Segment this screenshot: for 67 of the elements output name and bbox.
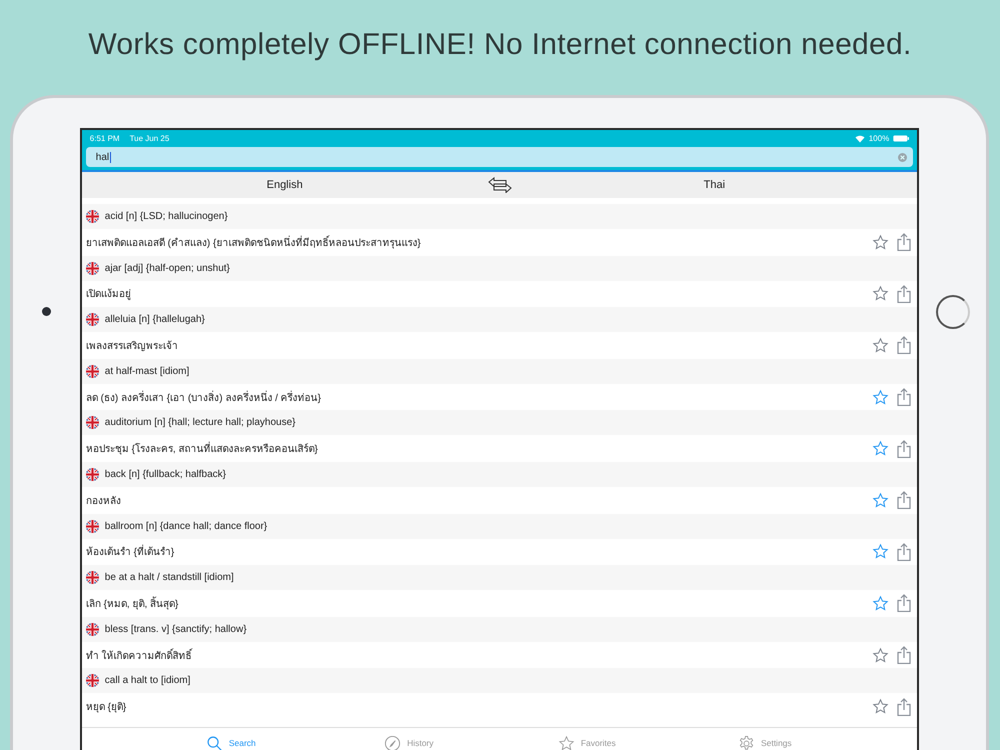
favorite-star-icon[interactable] (872, 698, 890, 716)
battery-percent: 100% (868, 134, 890, 143)
battery-icon (893, 135, 910, 142)
english-entry[interactable]: acid [n] {LSD; hallucinogen} (104, 211, 228, 222)
favorite-star-icon[interactable] (872, 594, 890, 612)
thai-translation[interactable]: ทำ ให้เกิดความศักดิ์สิทธิ์ (86, 650, 192, 662)
uk-flag-icon (86, 622, 99, 636)
thai-translation[interactable]: เปิดแง้มอยู่ (86, 289, 131, 300)
thai-translation[interactable]: ห้องเต้นรำ {ที่เต้นรำ} (86, 547, 174, 558)
thai-translation[interactable]: เลิก {หมด, ยุติ, สิ้นสุด} (86, 598, 178, 610)
share-icon[interactable] (897, 491, 912, 510)
target-language[interactable]: Thai (512, 179, 918, 191)
uk-flag-icon (86, 674, 99, 688)
favorite-star-icon[interactable] (872, 336, 890, 354)
share-icon[interactable] (897, 440, 912, 458)
camera-icon (42, 307, 51, 316)
thai-translation[interactable]: กองหลัง (86, 496, 121, 507)
uk-flag-icon (86, 520, 99, 533)
wifi-icon (854, 134, 865, 142)
english-entry[interactable]: ajar [adj] {half-open; unshut} (104, 262, 230, 274)
share-icon[interactable] (897, 542, 912, 561)
thai-translation[interactable]: หยุด {ยุติ} (86, 702, 126, 714)
english-entry[interactable]: be at a halt / standstill [idiom] (104, 572, 234, 584)
thai-translation[interactable]: หอประชุม {โรงละคร, สถานที่แสดงละครหรือคอนเสิร์ต} (86, 444, 318, 456)
thai-translation[interactable]: เพลงสรรเสริญพระเจ้า (86, 340, 178, 352)
share-icon[interactable] (897, 698, 912, 716)
english-entry[interactable]: at half-mast [idiom] (104, 366, 190, 377)
uk-flag-icon (86, 364, 99, 378)
english-entry[interactable]: auditorium [n] {hall; lecture hall; playhouse} (104, 417, 296, 428)
favorite-star-icon[interactable] (872, 285, 890, 302)
status-time: 6:51 PM (90, 134, 120, 143)
english-entry[interactable]: back [n] {fullback; halfback} (104, 468, 226, 480)
english-entry[interactable]: bless [trans. v] {sanctify; hallow} (104, 624, 247, 635)
uk-flag-icon (86, 468, 99, 481)
favorite-star-icon[interactable] (872, 234, 890, 251)
compass-icon (384, 734, 402, 750)
search-icon (206, 734, 223, 750)
favorite-star-icon[interactable] (872, 440, 890, 458)
status-date: Tue Jun 25 (130, 134, 170, 143)
share-icon[interactable] (897, 594, 912, 612)
uk-flag-icon (86, 571, 99, 584)
uk-flag-icon (86, 262, 99, 275)
thai-translation[interactable]: ลด (ธง) ลงครึ่งเสา {เอา (บางสิ่ง) ลงครึ่งหนึ่ง / ครึ่งท่อน} (86, 392, 322, 404)
swap-icon[interactable] (488, 177, 512, 193)
share-icon[interactable] (897, 646, 912, 664)
home-button[interactable] (936, 294, 970, 328)
star-icon (558, 734, 575, 750)
headline: Works completely OFFLINE! No Internet connection needed. (87, 27, 913, 63)
uk-flag-icon (86, 416, 99, 430)
uk-flag-icon (86, 210, 99, 223)
favorite-star-icon[interactable] (872, 388, 890, 406)
english-entry[interactable]: ballroom [n] {dance hall; dance floor} (104, 520, 268, 532)
english-entry[interactable]: call a halt to [idiom] (104, 675, 190, 686)
share-icon[interactable] (897, 336, 912, 354)
thai-translation[interactable]: ยาเสพติดแอลเอสดี (คำสแลง) {ยาเสพติดชนิดหนึ่งที่มีฤทธิ์หลอนประสาทรุนแรง} (86, 238, 421, 249)
settings-icon (738, 734, 755, 750)
uk-flag-icon (86, 313, 99, 326)
favorite-star-icon[interactable] (872, 492, 890, 509)
share-icon[interactable] (897, 388, 912, 406)
clear-icon[interactable] (898, 152, 908, 162)
share-icon[interactable] (897, 284, 912, 303)
share-icon[interactable] (897, 233, 912, 252)
search-field[interactable]: hal (86, 147, 914, 167)
english-entry[interactable]: alleluia [n] {hallelugah} (104, 314, 205, 326)
favorite-star-icon[interactable] (872, 646, 890, 664)
source-language[interactable]: English (82, 179, 488, 191)
favorite-star-icon[interactable] (872, 543, 890, 560)
